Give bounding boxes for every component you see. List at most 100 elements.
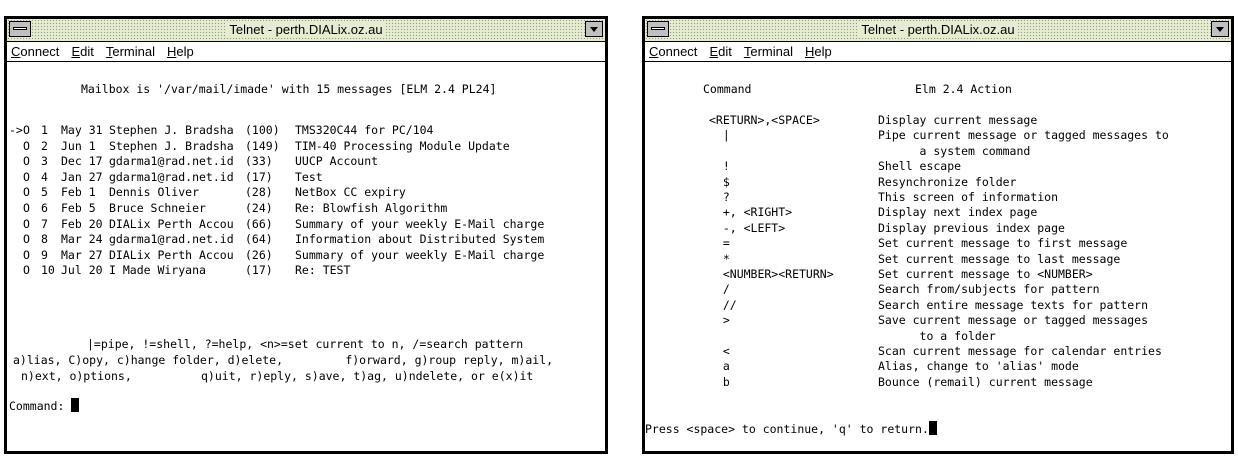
message-date: Jan 27: [61, 169, 103, 184]
command-action: Set current message to <NUMBER>: [878, 267, 1093, 281]
command-action: a system command: [878, 143, 1031, 158]
terminal-screen[interactable]: Mailbox is '/var/mail/imade' with 15 mes…: [7, 62, 605, 451]
message-num: 10: [41, 263, 55, 278]
column-header-action: Elm 2.4 Action: [915, 82, 1012, 96]
command-key: ?: [709, 190, 730, 204]
message-status: O: [23, 216, 30, 231]
command-key: *: [709, 251, 730, 266]
message-from: gdarma1@rad.net.id: [109, 232, 234, 247]
command-key: +, <RIGHT>: [709, 205, 793, 220]
message-size: (17): [245, 263, 273, 278]
help-line-1: |=pipe, !=shell, ?=help, <n>=set current…: [87, 337, 524, 351]
message-subject: TMS320C44 for PC/104: [295, 123, 434, 137]
message-num: 7: [41, 216, 48, 231]
message-num: 4: [41, 169, 48, 184]
command-action: Set current message to last message: [878, 251, 1121, 266]
message-from: Stephen J. Bradsha: [109, 123, 234, 137]
message-subject: Re: TEST: [295, 263, 351, 278]
message-from: Dennis Oliver: [109, 185, 200, 200]
message-num: 3: [41, 154, 48, 169]
message-date: Feb 20: [61, 216, 103, 231]
message-size: (149): [245, 138, 280, 153]
message-size: (24): [245, 201, 273, 215]
command-key: !: [709, 159, 730, 174]
command-prompt[interactable]: Command:: [9, 398, 80, 415]
message-size: (66): [245, 216, 273, 231]
menu-connect[interactable]: Connect: [649, 44, 697, 59]
command-key: b: [709, 374, 730, 389]
command-key: -, <LEFT>: [709, 220, 786, 235]
command-key: //: [709, 297, 737, 312]
message-size: (100): [245, 123, 280, 137]
window-title: Telnet - perth.DIALix.oz.au: [858, 22, 1018, 37]
chevron-down-icon: [1216, 27, 1224, 32]
message-num: 2: [41, 138, 48, 153]
terminal-screen[interactable]: Command Elm 2.4 Action <RETURN>,<SPACE> D…: [645, 62, 1231, 451]
message-status: O: [23, 232, 30, 247]
command-key: /: [709, 282, 730, 297]
command-action: Bounce (remail) current message: [878, 374, 1093, 389]
help-line-2: a)lias, C)opy, c)hange folder, d)elete, …: [13, 353, 554, 367]
message-marker: ->: [9, 123, 23, 137]
command-key: >: [709, 313, 730, 328]
command-action: Display next index page: [878, 205, 1038, 220]
command-key: $: [709, 174, 730, 189]
window-title: Telnet - perth.DIALix.oz.au: [226, 22, 386, 37]
message-subject: Information about Distributed System: [295, 232, 545, 247]
message-subject: NetBox CC expiry: [295, 185, 406, 200]
message-subject: Re: Blowfish Algorithm: [295, 201, 448, 215]
menu-edit[interactable]: Edit: [709, 44, 731, 59]
message-status: O: [23, 169, 30, 184]
maximize-button[interactable]: [1211, 21, 1229, 37]
message-num: 8: [41, 232, 48, 247]
command-key: <RETURN>,<SPACE>: [709, 113, 820, 127]
message-status: O: [23, 154, 30, 169]
message-size: (17): [245, 169, 273, 184]
command-action: Search from/subjects for pattern: [878, 282, 1100, 297]
command-action: Scan current message for calendar entrie…: [878, 344, 1162, 358]
menu-terminal[interactable]: Terminal: [744, 44, 793, 59]
message-from: gdarma1@rad.net.id: [109, 154, 234, 169]
message-num: 5: [41, 185, 48, 200]
maximize-button[interactable]: [585, 21, 603, 37]
telnet-window-left: Telnet - perth.DIALix.oz.au Connect Edit…: [4, 16, 608, 454]
menu-edit[interactable]: Edit: [71, 44, 93, 59]
message-subject: UUCP Account: [295, 154, 379, 169]
message-num: 1: [41, 123, 48, 137]
command-action: Set current message to first message: [878, 236, 1128, 251]
mailbox-header: Mailbox is '/var/mail/imade' with 15 mes…: [81, 82, 497, 96]
menu-help[interactable]: Help: [167, 44, 194, 59]
chevron-down-icon: [590, 27, 598, 32]
command-action: Alias, change to 'alias' mode: [878, 359, 1079, 374]
message-num: 6: [41, 201, 48, 215]
title-bar[interactable]: Telnet - perth.DIALix.oz.au: [7, 19, 605, 42]
menu-connect[interactable]: Connect: [11, 44, 59, 59]
help-line-3: n)ext, o)ptions, q)uit, r)eply, s)ave, t…: [21, 369, 534, 383]
message-date: Dec 17: [61, 154, 103, 169]
message-from: gdarma1@rad.net.id: [109, 169, 234, 184]
command-action: Shell escape: [878, 159, 962, 174]
command-key: <NUMBER><RETURN>: [709, 267, 834, 281]
message-date: Jun 1: [61, 138, 96, 153]
title-bar[interactable]: Telnet - perth.DIALix.oz.au: [645, 19, 1231, 42]
command-action: Display current message: [878, 113, 1038, 127]
command-key: |: [709, 128, 730, 143]
message-status: O: [23, 201, 30, 215]
command-key: =: [709, 236, 730, 251]
message-num: 9: [41, 247, 48, 262]
message-subject: Summary of your weekly E-Mail charge: [295, 247, 545, 262]
message-status: O: [23, 263, 30, 278]
menu-help[interactable]: Help: [805, 44, 832, 59]
command-action: Resynchronize folder: [878, 174, 1017, 189]
message-size: (26): [245, 247, 273, 262]
message-subject: Summary of your weekly E-Mail charge: [295, 216, 545, 231]
menu-terminal[interactable]: Terminal: [106, 44, 155, 59]
message-from: Stephen J. Bradsha: [109, 138, 234, 153]
message-from: I Made Wiryana: [109, 263, 206, 278]
text-cursor: [71, 398, 80, 412]
continue-prompt[interactable]: Press <space> to continue, 'q' to return…: [645, 421, 937, 438]
message-date: Feb 1: [61, 185, 96, 200]
message-status: O: [23, 185, 30, 200]
message-date: May 31: [61, 123, 103, 137]
message-status: O: [23, 247, 30, 262]
